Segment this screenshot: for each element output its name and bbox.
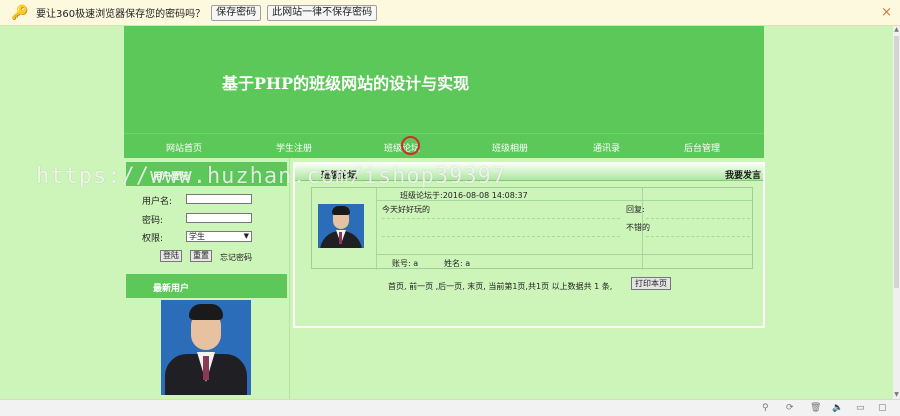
password-prompt-text: 要让360极速浏览器保存您的密码吗？	[36, 9, 206, 20]
password-label: 密码:	[142, 216, 164, 226]
post-content: 今天好好玩的	[382, 205, 430, 214]
site-container: 基于PHP的班级网站的设计与实现 网站首页 学生注册 班级论坛 班级相册 通讯录…	[124, 26, 765, 399]
scroll-down-icon[interactable]: ▼	[893, 391, 900, 399]
reply-content: 不错的	[626, 223, 650, 232]
vertical-scrollbar[interactable]: ▲ ▼	[893, 26, 900, 399]
key-icon: 🔑	[11, 4, 29, 21]
post-timestamp: 班级论坛于:2016-08-08 14:08:37	[400, 191, 528, 200]
post-message-link[interactable]: 我要发言	[725, 168, 761, 181]
pagination-text[interactable]: 首页, 前一页 ,后一页, 末页, 当前第1页,共1页 以上数据共 1 条,	[388, 281, 612, 292]
main-content: 班级论坛 我要发言 班级论坛于:2016-08-08 14:08:37 今天好好…	[290, 158, 765, 399]
forgot-password-link[interactable]: 忘记密码	[220, 252, 252, 263]
close-icon[interactable]: ×	[881, 5, 892, 20]
nav-item-home[interactable]: 网站首页	[166, 141, 202, 154]
nav-item-album[interactable]: 班级相册	[492, 141, 528, 154]
username-label: 用户名:	[142, 197, 173, 207]
pin-icon[interactable]: ⚲	[762, 403, 769, 413]
volume-icon[interactable]: 🔈	[832, 403, 843, 413]
browser-status-bar: ⚲ ⟳ 🗑 🔈 ▭ ▢	[0, 399, 900, 416]
nav-item-contacts[interactable]: 通讯录	[593, 141, 620, 154]
refresh-icon[interactable]: ⟳	[786, 403, 794, 413]
password-save-bar: 🔑 要让360极速浏览器保存您的密码吗？ 保存密码 此网站一律不保存密码 ×	[0, 0, 900, 26]
mouse-cursor-highlight	[401, 136, 420, 155]
main-nav: 网站首页 学生注册 班级论坛 班级相册 通讯录 后台管理	[124, 133, 764, 158]
post-author-avatar	[318, 204, 364, 248]
role-label: 权限:	[142, 234, 164, 244]
scrollbar-thumb[interactable]	[894, 36, 899, 288]
reply-label: 回复:	[626, 205, 645, 214]
chevron-down-icon: ▼	[243, 232, 249, 240]
nav-item-register[interactable]: 学生注册	[276, 141, 312, 154]
new-users-header: 最新用户	[126, 274, 287, 298]
fullscreen-icon[interactable]: ▢	[878, 403, 887, 413]
post-account: 账号: a	[392, 259, 419, 268]
print-page-button[interactable]: 打印本页	[631, 277, 671, 290]
site-banner: 基于PHP的班级网站的设计与实现	[124, 26, 764, 133]
sidebar: 用户登陆 用户名: 密码: 权限: 学生 ▼ 登陆 重置 忘记密码 最新用户	[124, 158, 290, 399]
post-name: 姓名: a	[444, 259, 471, 268]
window-icon[interactable]: ▭	[856, 403, 865, 413]
role-select-value: 学生	[189, 232, 205, 241]
new-user-avatar[interactable]	[161, 300, 251, 395]
site-title: 基于PHP的班级网站的设计与实现	[222, 74, 470, 93]
login-button[interactable]: 登陆	[160, 250, 182, 262]
nav-item-admin[interactable]: 后台管理	[684, 141, 720, 154]
trash-icon[interactable]: 🗑	[810, 403, 821, 413]
watermark: https://www.huzhan.com/ishop39397	[36, 164, 507, 189]
forum-post: 班级论坛于:2016-08-08 14:08:37 今天好好玩的 回复: 不错的…	[311, 187, 753, 270]
new-users-header-label: 最新用户	[153, 284, 190, 294]
scroll-up-icon[interactable]: ▲	[893, 26, 900, 34]
never-save-password-button[interactable]: 此网站一律不保存密码	[267, 4, 378, 21]
reset-button[interactable]: 重置	[190, 250, 212, 262]
role-select[interactable]: 学生 ▼	[186, 231, 252, 242]
password-input[interactable]	[186, 213, 252, 223]
username-input[interactable]	[186, 194, 252, 204]
save-password-button[interactable]: 保存密码	[211, 4, 262, 21]
page-viewport: 基于PHP的班级网站的设计与实现 网站首页 学生注册 班级论坛 班级相册 通讯录…	[0, 26, 893, 399]
